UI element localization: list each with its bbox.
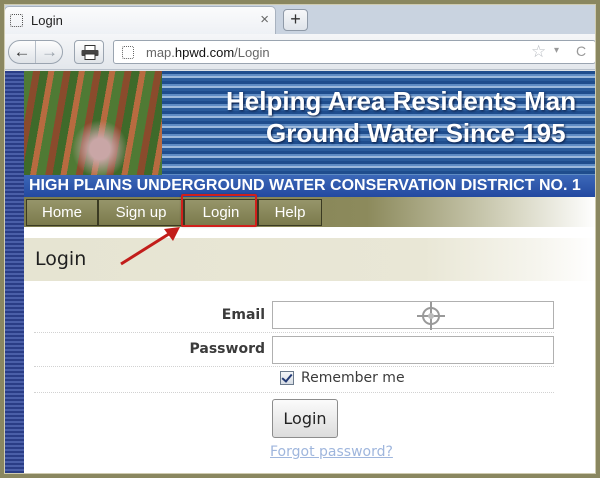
headline-line-1: Helping Area Residents Man bbox=[226, 86, 577, 116]
browser-toolbar: ← → map.hpwd.com/Login ☆ ▾ C bbox=[4, 34, 596, 70]
web-page: Helping Area Residents Man Ground Water … bbox=[4, 71, 596, 474]
headline-line-2: Ground Water Since 195 bbox=[266, 118, 566, 148]
tab-close-icon[interactable]: × bbox=[260, 11, 269, 28]
page-favicon-icon bbox=[10, 14, 23, 27]
left-decorative-stripe bbox=[4, 71, 24, 474]
page-icon bbox=[122, 46, 134, 59]
email-field[interactable] bbox=[272, 301, 554, 330]
remember-row: Remember me bbox=[34, 367, 554, 393]
password-field[interactable] bbox=[272, 336, 554, 364]
reload-icon[interactable]: C bbox=[576, 43, 586, 59]
nav-help[interactable]: Help bbox=[258, 199, 322, 226]
red-arrow-icon bbox=[120, 227, 180, 266]
forgot-password-link[interactable]: Forgot password? bbox=[270, 444, 393, 460]
browser-window: Login × + ← → map.hpwd.com/Login ☆ ▾ C H… bbox=[4, 4, 596, 474]
dropdown-icon[interactable]: ▾ bbox=[554, 45, 559, 56]
print-button[interactable] bbox=[74, 40, 104, 64]
login-submit-button[interactable]: Login bbox=[272, 399, 338, 438]
irrigation-photo bbox=[24, 71, 162, 175]
tab-title: Login bbox=[31, 13, 63, 28]
email-row: Email bbox=[34, 299, 554, 333]
remember-me-checkbox[interactable] bbox=[280, 371, 294, 385]
email-label: Email bbox=[221, 307, 265, 323]
remember-me-label[interactable]: Remember me bbox=[301, 370, 405, 386]
back-arrow-icon[interactable]: ← bbox=[9, 41, 36, 63]
forward-arrow-icon[interactable]: → bbox=[36, 41, 63, 63]
nav-home[interactable]: Home bbox=[26, 199, 98, 226]
tab-login[interactable]: Login × bbox=[4, 6, 276, 34]
login-heading-band: Login bbox=[24, 238, 596, 281]
page-title: Login bbox=[35, 248, 87, 270]
password-row: Password bbox=[34, 333, 554, 367]
password-label: Password bbox=[189, 341, 265, 357]
district-name-bar: HIGH PLAINS UNDERGROUND WATER CONSERVATI… bbox=[24, 175, 596, 197]
history-nav: ← → bbox=[8, 40, 63, 64]
url-text: map.hpwd.com/Login bbox=[146, 45, 270, 60]
banner-headline: Helping Area Residents Man Ground Water … bbox=[184, 85, 596, 149]
login-highlight-box bbox=[181, 194, 257, 227]
site-nav: Home Sign up Login Help bbox=[24, 197, 596, 227]
address-bar[interactable]: map.hpwd.com/Login ☆ ▾ C bbox=[113, 40, 596, 64]
site-banner: Helping Area Residents Man Ground Water … bbox=[24, 71, 596, 175]
tab-strip: Login × + bbox=[4, 4, 596, 34]
move-cursor-icon bbox=[417, 302, 445, 330]
printer-icon bbox=[81, 45, 99, 60]
bookmark-star-icon[interactable]: ☆ bbox=[531, 42, 546, 62]
new-tab-button[interactable]: + bbox=[283, 9, 308, 31]
